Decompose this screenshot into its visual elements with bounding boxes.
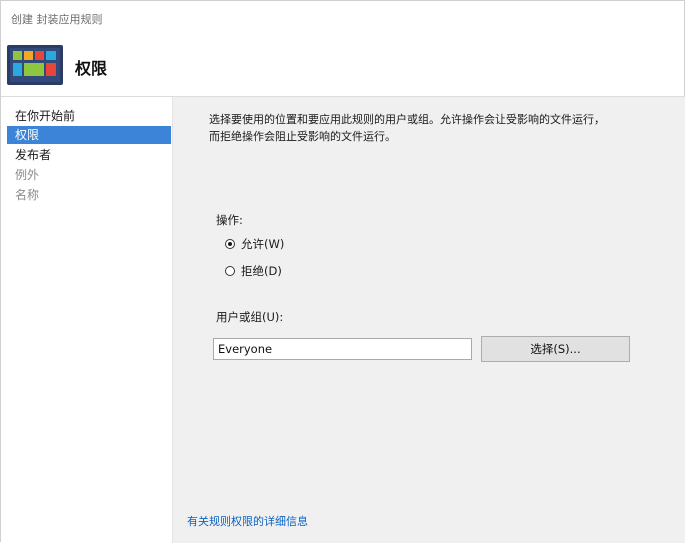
applocker-rule-icon bbox=[7, 45, 63, 85]
sidebar-item-exceptions: 例外 bbox=[15, 168, 40, 182]
window-title: 创建 封装应用规则 bbox=[11, 13, 103, 26]
sidebar-item-permissions[interactable]: 权限 bbox=[7, 126, 171, 144]
sidebar-item-name: 名称 bbox=[15, 188, 40, 202]
permissions-help-link[interactable]: 有关规则权限的详细信息 bbox=[187, 513, 308, 529]
description-line-2: 而拒绝操作会阻止受影响的文件运行。 bbox=[209, 130, 396, 143]
user-group-label: 用户或组(U): bbox=[216, 310, 284, 324]
deny-radio-label[interactable]: 拒绝(D) bbox=[241, 263, 282, 279]
wizard-steps-sidebar: 在你开始前 权限 发布者 例外 名称 bbox=[1, 97, 173, 543]
deny-radio-button[interactable] bbox=[225, 266, 235, 276]
page-title: 权限 bbox=[75, 59, 108, 78]
allow-radio-label[interactable]: 允许(W) bbox=[241, 236, 284, 252]
allow-radio-button[interactable] bbox=[225, 239, 235, 249]
wizard-window: 创建 封装应用规则 权限 在你开始前 权限 发布者 例外 名称 选择要使用的位置… bbox=[0, 0, 685, 543]
sidebar-item-publisher[interactable]: 发布者 bbox=[7, 146, 171, 164]
select-user-button[interactable]: 选择(S)... bbox=[481, 336, 630, 362]
permission-description: 选择要使用的位置和要应用此规则的用户或组。允许操作会让受影响的文件运行， 而拒绝… bbox=[209, 111, 629, 145]
description-line-1: 选择要使用的位置和要应用此规则的用户或组。允许操作会让受影响的文件运行， bbox=[209, 113, 605, 126]
user-group-field[interactable] bbox=[213, 338, 472, 360]
sidebar-item-before-you-begin[interactable]: 在你开始前 bbox=[7, 107, 171, 125]
action-label: 操作: bbox=[216, 213, 243, 227]
deny-radio-option[interactable]: 拒绝(D) bbox=[225, 263, 282, 279]
main-content: 选择要使用的位置和要应用此规则的用户或组。允许操作会让受影响的文件运行， 而拒绝… bbox=[173, 97, 685, 543]
allow-radio-option[interactable]: 允许(W) bbox=[225, 236, 284, 252]
